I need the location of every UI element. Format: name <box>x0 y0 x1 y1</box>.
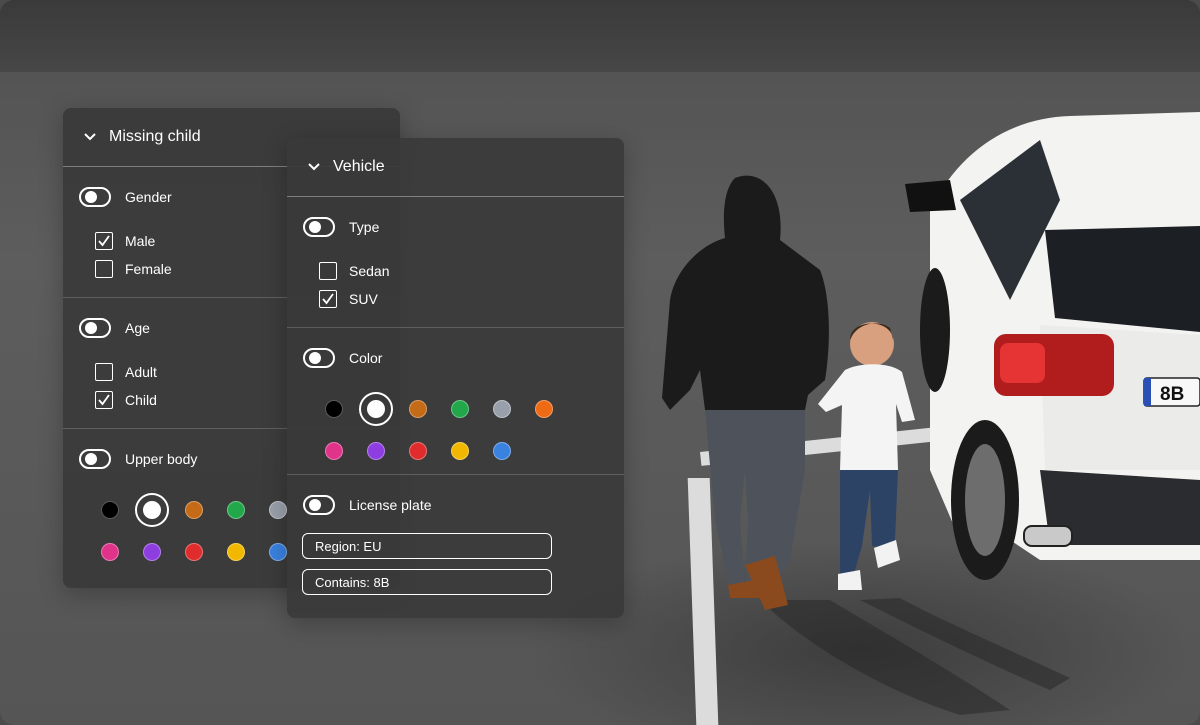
license-plate-text: 8B <box>1160 384 1184 405</box>
color-swatch[interactable] <box>227 501 245 519</box>
checkbox-checked[interactable] <box>95 232 113 250</box>
color-swatch[interactable] <box>409 400 427 418</box>
chevron-down-icon[interactable] <box>307 160 321 174</box>
white-suv: 8B <box>905 112 1200 580</box>
color-swatch[interactable] <box>101 543 119 561</box>
panel-title: Missing child <box>109 128 201 145</box>
color-swatch[interactable] <box>269 543 287 561</box>
color-swatch[interactable] <box>185 543 203 561</box>
gender-label: Gender <box>125 189 172 205</box>
checkbox-unchecked[interactable] <box>95 363 113 381</box>
type-label: Type <box>349 219 380 235</box>
panel-title: Vehicle <box>333 158 385 175</box>
option-label: Sedan <box>349 263 390 279</box>
type-toggle[interactable] <box>303 217 335 237</box>
color-swatch[interactable] <box>451 400 469 418</box>
color-swatch[interactable] <box>367 442 385 460</box>
color-swatch[interactable] <box>269 501 287 519</box>
region-field[interactable]: Region: EU <box>302 533 552 559</box>
color-swatch[interactable] <box>227 543 245 561</box>
chevron-down-icon[interactable] <box>83 130 97 144</box>
age-toggle[interactable] <box>79 318 111 338</box>
checkbox-unchecked[interactable] <box>319 262 337 280</box>
option-label: Male <box>125 233 156 249</box>
color-swatch[interactable] <box>535 400 553 418</box>
child-figure <box>818 322 915 590</box>
color-swatch[interactable] <box>101 501 119 519</box>
color-swatch[interactable] <box>143 543 161 561</box>
color-swatch-row <box>325 430 608 472</box>
vehicle-panel-header[interactable]: Vehicle <box>287 138 624 197</box>
option-label: Female <box>125 261 172 277</box>
vehicle-panel: Vehicle Type Sedan SUV Color License pla… <box>287 138 624 618</box>
type-section: Type Sedan SUV <box>287 197 624 328</box>
option-label: Child <box>125 392 157 408</box>
color-swatch[interactable] <box>185 501 203 519</box>
option-suv[interactable]: SUV <box>303 285 608 313</box>
checkbox-unchecked[interactable] <box>95 260 113 278</box>
contains-field[interactable]: Contains: 8B <box>302 569 552 595</box>
license-plate-toggle[interactable] <box>303 495 335 515</box>
color-toggle[interactable] <box>303 348 335 368</box>
vehicle-color-swatches <box>303 388 608 472</box>
upper-body-label: Upper body <box>125 451 198 467</box>
color-swatch-row <box>325 388 608 430</box>
color-swatch[interactable] <box>325 442 343 460</box>
age-label: Age <box>125 320 150 336</box>
color-section: Color <box>287 328 624 475</box>
color-swatch[interactable] <box>493 400 511 418</box>
upper-body-toggle[interactable] <box>79 449 111 469</box>
color-swatch[interactable] <box>451 442 469 460</box>
option-sedan[interactable]: Sedan <box>303 257 608 285</box>
color-swatch-selected[interactable] <box>359 392 393 426</box>
adult-figure <box>662 175 829 610</box>
color-label: Color <box>349 350 383 366</box>
gender-toggle[interactable] <box>79 187 111 207</box>
license-plate-section: License plate Region: EU Contains: 8B <box>287 475 624 595</box>
checkbox-checked[interactable] <box>95 391 113 409</box>
color-swatch[interactable] <box>325 400 343 418</box>
option-label: SUV <box>349 291 378 307</box>
checkbox-checked[interactable] <box>319 290 337 308</box>
license-plate-label: License plate <box>349 497 432 513</box>
color-swatch[interactable] <box>409 442 427 460</box>
people-shadow <box>760 598 1070 715</box>
option-label: Adult <box>125 364 157 380</box>
color-swatch-selected[interactable] <box>135 493 169 527</box>
color-swatch[interactable] <box>493 442 511 460</box>
